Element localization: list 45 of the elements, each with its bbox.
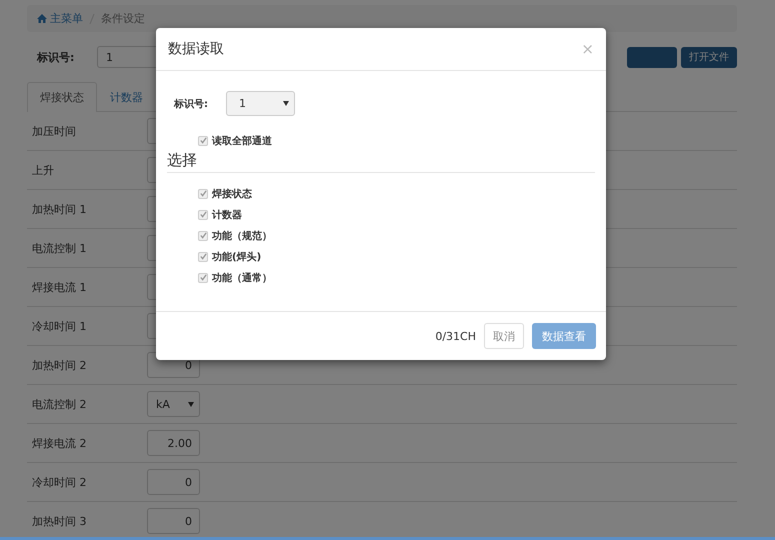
row-label: 上升 (31, 162, 55, 178)
checkbox-label: 功能(焊头) (212, 250, 262, 264)
row-label: 加热时间 1 (31, 202, 88, 216)
id-label: 标识号: (174, 98, 209, 110)
caret-icon (188, 402, 194, 406)
dialog-title: 数据读取 (168, 40, 224, 58)
id-select[interactable]: 1 (226, 91, 295, 116)
row-label: 电流控制 2 (31, 396, 88, 412)
close-button[interactable]: × (581, 40, 594, 58)
cancel-button[interactable]: 取消 (484, 323, 524, 349)
unit-select[interactable]: kA (147, 391, 200, 417)
checkbox-label: 计数器 (212, 208, 242, 222)
toolbar-button[interactable] (627, 46, 677, 68)
checkbox-label: 功能（通常） (212, 272, 272, 284)
row-label: 加压时间 (31, 124, 77, 138)
checkbox[interactable] (198, 230, 208, 240)
home-icon (37, 14, 47, 23)
tab[interactable]: 计数器 (97, 82, 156, 111)
row-label: 冷却时间 1 (31, 318, 88, 334)
value-input[interactable]: 2.00 (147, 430, 200, 456)
row-label: 加热时间 3 (31, 514, 88, 528)
channel-counter: 0/31CH (435, 330, 476, 342)
checkbox-label: 焊接状态 (212, 188, 252, 200)
row-label: 加热时间 2 (31, 358, 88, 372)
value-input[interactable]: 0 (147, 469, 200, 495)
checkbox[interactable] (198, 188, 208, 198)
row-label: 焊接电流 2 (31, 436, 88, 450)
row-label: 电流控制 1 (31, 240, 88, 256)
section-heading: 选择 (167, 151, 595, 173)
checkbox[interactable] (198, 272, 208, 282)
tab[interactable]: 焊接状态 (27, 82, 97, 112)
row-label: 焊接电流 1 (31, 280, 88, 294)
view-data-button[interactable]: 数据查看 (532, 323, 596, 349)
caret-icon (283, 101, 289, 106)
breadcrumb-link[interactable]: 主菜单 (37, 11, 83, 26)
breadcrumb-item: 条件设定 (101, 11, 145, 26)
id-label: 标识号: (37, 50, 76, 64)
checkbox-label: 功能（规范） (212, 230, 272, 242)
checkbox[interactable] (198, 252, 208, 262)
open-file-button[interactable]: 打开文件 (681, 46, 737, 68)
checkbox[interactable] (198, 210, 208, 220)
checkbox[interactable] (198, 136, 208, 146)
checkbox-label: 读取全部通道 (212, 134, 272, 148)
value-input[interactable]: 0 (147, 508, 200, 534)
row-label: 冷却时间 2 (31, 474, 88, 490)
